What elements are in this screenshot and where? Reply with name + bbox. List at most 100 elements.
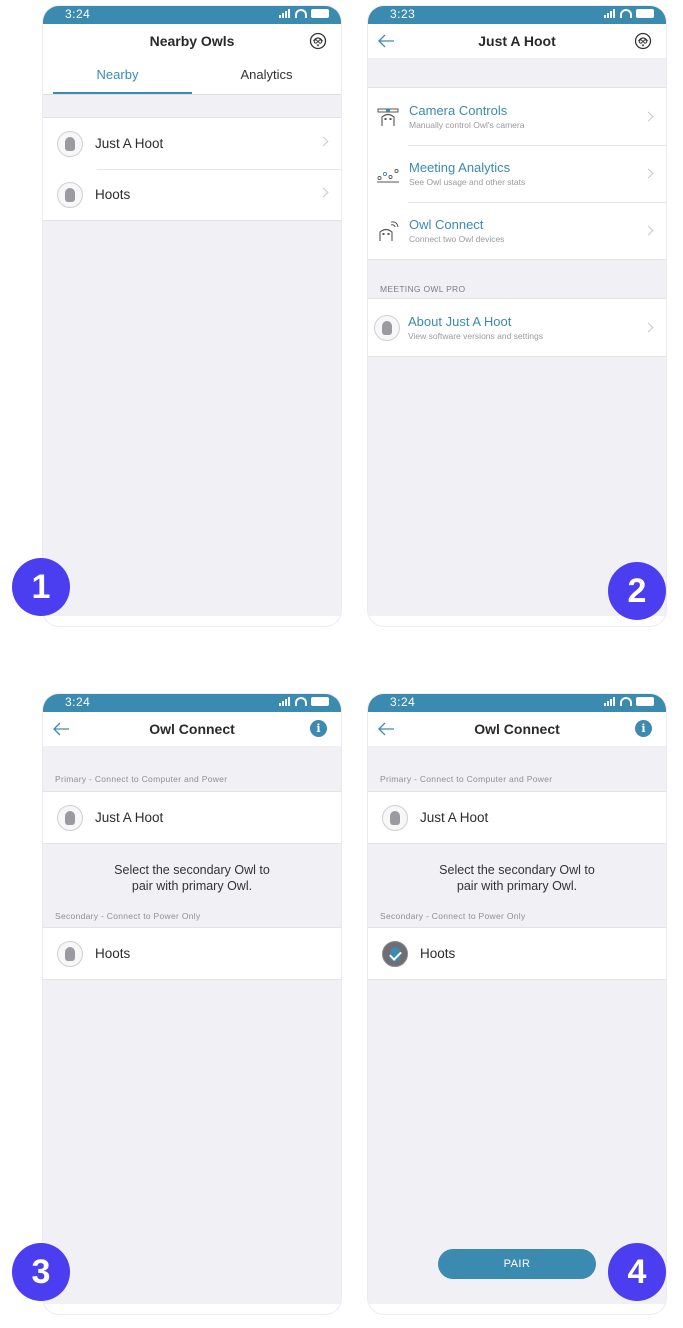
owl-avatar-icon — [57, 940, 83, 967]
signal-icon — [279, 9, 291, 18]
wifi-icon — [295, 9, 307, 18]
chevron-right-icon — [643, 168, 654, 179]
step-badge-1: 1 — [12, 558, 70, 616]
nav-header: Owl Connect i — [368, 712, 666, 746]
battery-icon — [636, 9, 654, 18]
owl-name: Hoots — [420, 946, 456, 961]
menu-owl-connect[interactable]: Owl Connect Connect two Owl devices — [368, 202, 666, 259]
step-badge-4: 4 — [608, 1243, 666, 1301]
primary-owl-list: Just A Hoot — [43, 791, 341, 844]
menu-about-owl[interactable]: About Just A Hoot View software versions… — [368, 299, 666, 356]
secondary-owl-list: Hoots — [368, 927, 666, 980]
nav-header: Nearby Owls — [43, 24, 341, 58]
status-bar: 3:24 — [43, 6, 341, 24]
primary-owl-row: Just A Hoot — [368, 792, 666, 843]
owl-row-hoots[interactable]: Hoots — [43, 169, 341, 220]
nav-header: Owl Connect i — [43, 712, 341, 746]
section-header: MEETING OWL PRO — [380, 284, 466, 294]
signal-icon — [604, 9, 616, 18]
camera-controls-icon — [377, 108, 399, 126]
owl-connect-icon — [379, 220, 399, 241]
about-list: About Just A Hoot View software versions… — [368, 298, 666, 357]
status-bar: 3:23 — [368, 6, 666, 24]
menu-title: About Just A Hoot — [408, 314, 512, 329]
step-badge-3: 3 — [12, 1243, 70, 1301]
status-time: 3:24 — [65, 7, 91, 21]
screen-owl-connect-selected: 3:24 Owl Connect i Primary - Connect to … — [368, 694, 666, 1314]
owl-avatar-icon — [382, 804, 408, 831]
chevron-right-icon — [643, 322, 654, 333]
owl-name: Just A Hoot — [95, 810, 164, 825]
page-title: Just A Hoot — [478, 33, 556, 49]
owl-support-icon[interactable] — [634, 32, 652, 50]
secondary-section-label: Secondary - Connect to Power Only — [380, 911, 526, 921]
info-icon[interactable]: i — [635, 720, 652, 737]
chevron-right-icon — [643, 111, 654, 122]
secondary-owl-row[interactable]: Hoots — [368, 928, 666, 979]
owl-name: Just A Hoot — [420, 810, 489, 825]
battery-icon — [636, 697, 654, 706]
owl-name: Hoots — [95, 187, 131, 202]
primary-owl-row: Just A Hoot — [43, 792, 341, 843]
wifi-icon — [295, 697, 307, 706]
menu-title: Meeting Analytics — [409, 160, 511, 175]
back-arrow-icon[interactable] — [51, 720, 71, 738]
tab-nearby[interactable]: Nearby — [43, 58, 192, 94]
instruction-text: Select the secondary Owl to pair with pr… — [114, 863, 270, 893]
instruction-text: Select the secondary Owl to pair with pr… — [439, 863, 595, 893]
feature-menu: Camera Controls Manually control Owl's c… — [368, 87, 666, 260]
owl-name: Just A Hoot — [95, 136, 164, 151]
status-time: 3:24 — [390, 695, 416, 709]
chevron-right-icon — [643, 225, 654, 236]
step-badge-2: 2 — [608, 562, 666, 620]
owl-avatar-icon — [57, 130, 83, 157]
menu-subtitle: Manually control Owl's camera — [409, 120, 525, 130]
primary-owl-list: Just A Hoot — [368, 791, 666, 844]
secondary-owl-row[interactable]: Hoots — [43, 928, 341, 979]
screen-owl-detail: 3:23 Just A Hoot Camera Controls Manuall… — [368, 6, 666, 626]
owl-selected-check-icon — [382, 940, 408, 967]
secondary-owl-list: Hoots — [43, 927, 341, 980]
owl-avatar-icon — [57, 181, 83, 208]
owl-name: Hoots — [95, 946, 131, 961]
menu-title: Camera Controls — [409, 103, 508, 118]
page-title: Owl Connect — [149, 721, 235, 737]
battery-icon — [311, 9, 329, 18]
nav-header: Just A Hoot — [368, 24, 666, 58]
pair-button[interactable]: PAIR — [438, 1249, 596, 1279]
owl-avatar-icon — [57, 804, 83, 831]
menu-subtitle: Connect two Owl devices — [409, 234, 505, 244]
signal-icon — [604, 697, 616, 706]
menu-subtitle: See Owl usage and other stats — [409, 177, 526, 187]
status-bar: 3:24 — [368, 694, 666, 712]
page-title: Nearby Owls — [149, 33, 235, 49]
analytics-icon — [377, 168, 399, 182]
screen-owl-connect: 3:24 Owl Connect i Primary - Connect to … — [43, 694, 341, 1314]
signal-icon — [279, 697, 291, 706]
screen-nearby-owls: 3:24 Nearby Owls Nearby Analytics Just A… — [43, 6, 341, 626]
owl-row-just-a-hoot[interactable]: Just A Hoot — [43, 118, 341, 169]
page-title: Owl Connect — [474, 721, 560, 737]
secondary-section-label: Secondary - Connect to Power Only — [55, 911, 201, 921]
info-icon[interactable]: i — [310, 720, 327, 737]
menu-camera-controls[interactable]: Camera Controls Manually control Owl's c… — [368, 88, 666, 145]
chevron-right-icon — [318, 187, 329, 198]
wifi-icon — [620, 9, 632, 18]
owl-support-icon[interactable] — [309, 32, 327, 50]
wifi-icon — [620, 697, 632, 706]
tab-bar: Nearby Analytics — [43, 58, 341, 94]
primary-section-label: Primary - Connect to Computer and Power — [55, 774, 228, 784]
battery-icon — [311, 697, 329, 706]
status-time: 3:24 — [65, 695, 91, 709]
chevron-right-icon — [318, 136, 329, 147]
primary-section-label: Primary - Connect to Computer and Power — [380, 774, 553, 784]
owl-list: Just A Hoot Hoots — [43, 117, 341, 221]
menu-title: Owl Connect — [409, 217, 484, 232]
menu-subtitle: View software versions and settings — [408, 331, 543, 341]
owl-avatar-icon — [374, 314, 400, 341]
back-arrow-icon[interactable] — [376, 720, 396, 738]
status-bar: 3:24 — [43, 694, 341, 712]
tab-analytics[interactable]: Analytics — [192, 58, 341, 94]
back-arrow-icon[interactable] — [376, 32, 396, 50]
menu-meeting-analytics[interactable]: Meeting Analytics See Owl usage and othe… — [368, 145, 666, 202]
